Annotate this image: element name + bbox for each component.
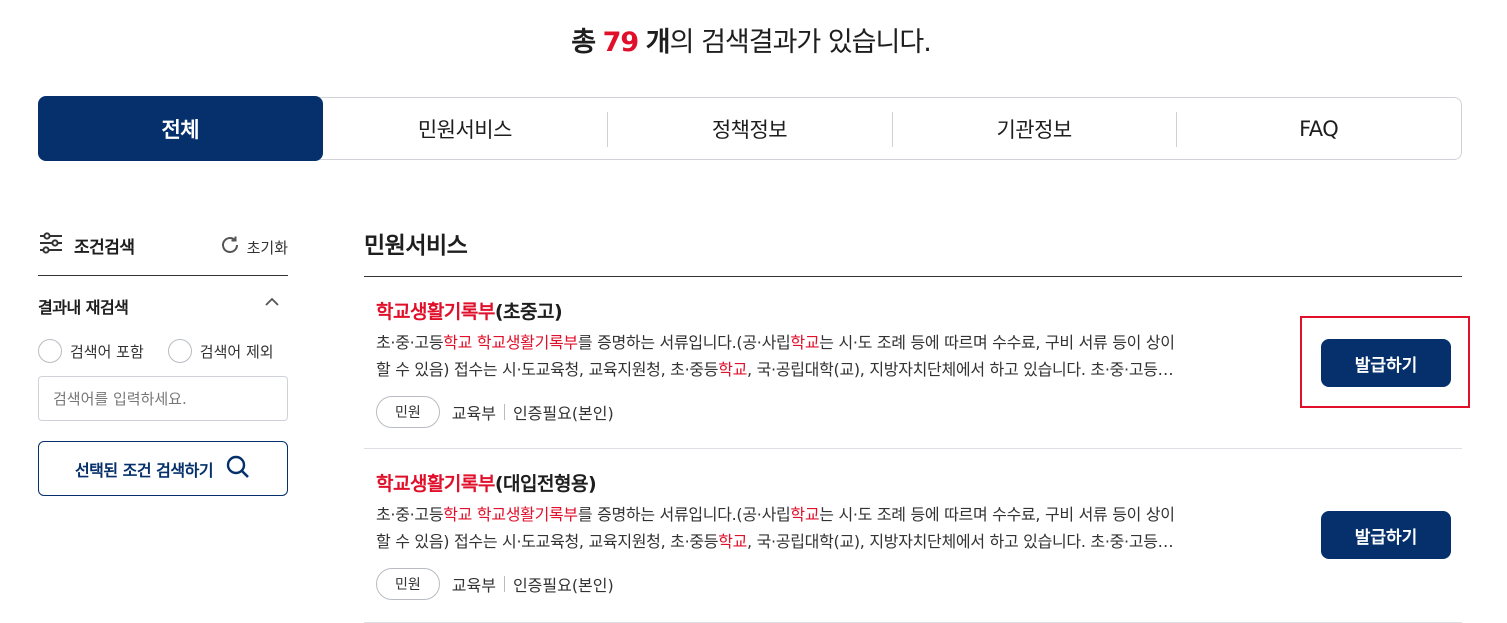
category-badge: 민원 bbox=[376, 396, 440, 428]
desc-text: 할 수 있음) 접수는 시·도교육청, 교육지원청, 초·중등 bbox=[376, 532, 719, 551]
research-input[interactable] bbox=[38, 376, 288, 421]
auth-label: 인증필요(본인) bbox=[512, 404, 614, 423]
reset-button[interactable]: 초기화 bbox=[219, 234, 288, 260]
tab-agency-info[interactable]: 기관정보 bbox=[891, 98, 1177, 159]
desc-line-2: 할 수 있음) 접수는 시·도교육청, 교육지원청, 초·중등학교, 국·공립대… bbox=[376, 356, 1296, 383]
condition-search-label: 선택된 조건 검색하기 bbox=[74, 460, 214, 480]
refresh-icon bbox=[219, 234, 241, 260]
section-title: 민원서비스 bbox=[364, 233, 468, 259]
summary-unit: 개 bbox=[645, 27, 671, 58]
keyword-highlight: 학교 bbox=[718, 532, 748, 551]
exclude-radio[interactable] bbox=[167, 339, 192, 363]
exclude-label: 검색어 제외 bbox=[199, 342, 274, 361]
sliders-icon bbox=[38, 232, 64, 259]
chevron-up-icon[interactable] bbox=[262, 292, 282, 312]
reset-label: 초기화 bbox=[246, 238, 288, 257]
result-meta: 민원 교육부 인증필요(본인) bbox=[376, 396, 614, 428]
result-title-rest: (대입전형용) bbox=[494, 473, 597, 495]
tab-civil-service[interactable]: 민원서비스 bbox=[323, 98, 608, 159]
keyword-highlight: 학교 bbox=[443, 505, 473, 524]
result-title-link[interactable]: 학교생활기록부(초중고) bbox=[376, 297, 563, 324]
desc-text: 할 수 있음) 접수는 시·도교육청, 교육지원청, 초·중등 bbox=[376, 360, 719, 379]
agency-label: 교육부 bbox=[451, 576, 496, 595]
desc-text: 초·중·고등 bbox=[376, 505, 444, 524]
keyword-highlight: 학교 bbox=[790, 505, 820, 524]
meta-divider bbox=[503, 576, 505, 592]
desc-text: 는 시·도 조례 등에 따르며 수수료, 구비 서류 등이 상이 bbox=[819, 333, 1175, 352]
summary-suffix: 의 검색결과가 있습니다. bbox=[669, 27, 932, 58]
result-description: 초·중·고등학교 학교생활기록부를 증명하는 서류입니다.(공·사립학교는 시·… bbox=[376, 501, 1296, 555]
result-title-link[interactable]: 학교생활기록부(대입전형용) bbox=[376, 469, 597, 496]
include-label: 검색어 포함 bbox=[70, 342, 144, 361]
auth-label: 인증필요(본인) bbox=[512, 576, 614, 595]
desc-line-1: 초·중·고등학교 학교생활기록부를 증명하는 서류입니다.(공·사립학교는 시·… bbox=[376, 329, 1296, 356]
agency-label: 교육부 bbox=[451, 404, 496, 423]
result-summary: 총 79 개의 검색결과가 있습니다. bbox=[0, 20, 1502, 59]
search-icon bbox=[225, 454, 251, 484]
issue-button[interactable]: 발급하기 bbox=[1321, 511, 1451, 559]
keyword-highlight: 학교생활기록부 bbox=[476, 505, 578, 524]
filter-title-label: 조건검색 bbox=[74, 238, 135, 258]
desc-text: 초·중·고등 bbox=[376, 333, 444, 352]
desc-line-1: 초·중·고등학교 학교생활기록부를 증명하는 서류입니다.(공·사립학교는 시·… bbox=[376, 501, 1296, 528]
keyword-highlight: 학교 bbox=[718, 360, 748, 379]
result-title-highlight: 학교생활기록부 bbox=[376, 473, 495, 495]
desc-line-2: 할 수 있음) 접수는 시·도교육청, 교육지원청, 초·중등학교, 국·공립대… bbox=[376, 528, 1296, 555]
desc-text: 를 증명하는 서류입니다.(공·사립 bbox=[577, 505, 791, 524]
keyword-highlight: 학교 bbox=[443, 333, 473, 352]
desc-text: 는 시·도 조례 등에 따르며 수수료, 구비 서류 등이 상이 bbox=[819, 505, 1175, 524]
result-count: 79 bbox=[602, 27, 640, 58]
meta-divider bbox=[503, 404, 505, 420]
result-title-rest: (초중고) bbox=[494, 301, 563, 323]
keyword-highlight: 학교생활기록부 bbox=[476, 333, 578, 352]
result-item: 학교생활기록부(대입전형용) 초·중·고등학교 학교생활기록부를 증명하는 서류… bbox=[364, 449, 1462, 623]
category-tabs: 전체 민원서비스 정책정보 기관정보 FAQ bbox=[38, 96, 1462, 161]
include-radio[interactable] bbox=[38, 339, 62, 363]
desc-text: 를 증명하는 서류입니다.(공·사립 bbox=[577, 333, 791, 352]
research-title: 결과내 재검색 bbox=[38, 298, 129, 317]
tab-all[interactable]: 전체 bbox=[38, 96, 323, 161]
search-mode-options: 검색어 포함 검색어 제외 bbox=[38, 339, 290, 363]
issue-button[interactable]: 발급하기 bbox=[1321, 339, 1451, 387]
result-item: 학교생활기록부(초중고) 초·중·고등학교 학교생활기록부를 증명하는 서류입니… bbox=[364, 277, 1462, 449]
category-badge: 민원 bbox=[376, 568, 440, 600]
desc-text: , 국·공립대학(교), 지방자치단체에서 하고 있습니다. 초·중·고등… bbox=[747, 360, 1174, 379]
keyword-highlight: 학교 bbox=[790, 333, 820, 352]
filter-title: 조건검색 bbox=[38, 232, 135, 259]
desc-text: , 국·공립대학(교), 지방자치단체에서 하고 있습니다. 초·중·고등… bbox=[747, 532, 1174, 551]
result-meta: 민원 교육부 인증필요(본인) bbox=[376, 568, 614, 600]
filter-header: 조건검색 초기화 bbox=[38, 228, 288, 276]
tab-faq[interactable]: FAQ bbox=[1176, 98, 1461, 159]
condition-search-button[interactable]: 선택된 조건 검색하기 bbox=[38, 441, 288, 496]
tab-policy-info[interactable]: 정책정보 bbox=[607, 98, 892, 159]
result-title-highlight: 학교생활기록부 bbox=[376, 301, 495, 323]
result-description: 초·중·고등학교 학교생활기록부를 증명하는 서류입니다.(공·사립학교는 시·… bbox=[376, 329, 1296, 383]
summary-prefix: 총 bbox=[571, 27, 596, 58]
